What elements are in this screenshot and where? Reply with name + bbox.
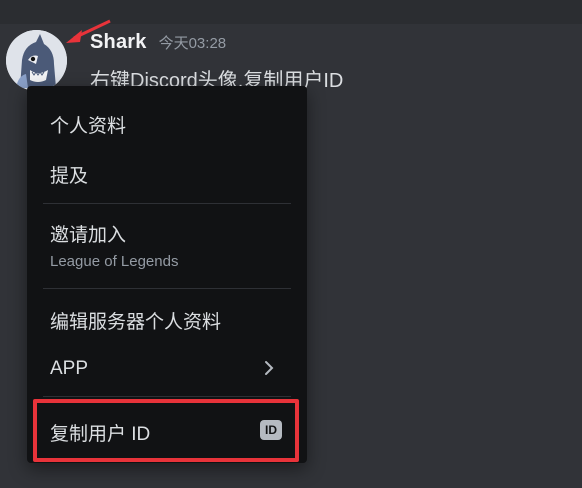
- menu-item-invite[interactable]: 邀请加入: [50, 220, 126, 247]
- menu-separator: [43, 288, 291, 289]
- menu-item-apps[interactable]: APP: [50, 358, 88, 380]
- chevron-right-icon: [265, 361, 274, 375]
- username[interactable]: Shark: [90, 31, 147, 54]
- menu-separator: [43, 396, 291, 397]
- message-header: Shark 今天03:28: [90, 31, 226, 54]
- user-avatar[interactable]: [6, 30, 67, 91]
- shark-avatar-image: [6, 30, 67, 91]
- menu-item-mention[interactable]: 提及: [50, 161, 88, 188]
- menu-item-profile[interactable]: 个人资料: [50, 111, 126, 138]
- message-timestamp: 今天03:28: [158, 35, 227, 52]
- menu-item-invite-server: League of Legends: [50, 253, 179, 270]
- menu-item-edit-server-profile[interactable]: 编辑服务器个人资料: [50, 307, 221, 334]
- red-highlight-box: [33, 399, 299, 462]
- menu-separator: [43, 203, 291, 204]
